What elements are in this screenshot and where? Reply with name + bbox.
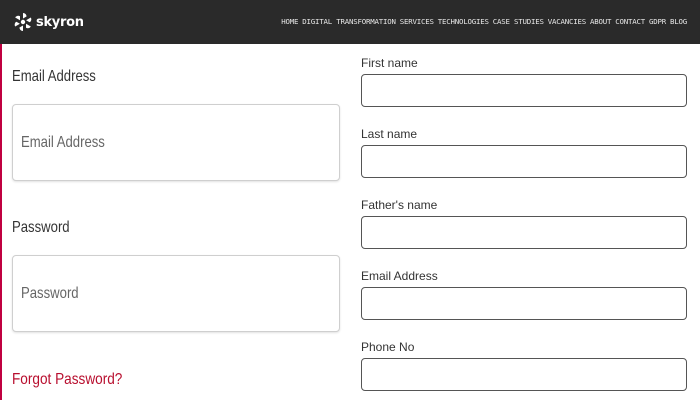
- phone-label: Phone No: [361, 340, 415, 354]
- login-password-input[interactable]: Password: [12, 255, 340, 332]
- main-nav: HOME DIGITAL TRANSFORMATION SERVICES TEC…: [281, 17, 687, 26]
- register-email-label: Email Address: [361, 269, 438, 283]
- login-password-label: Password: [12, 219, 70, 236]
- phone-input[interactable]: [361, 358, 687, 391]
- brand-logo[interactable]: skyron: [12, 11, 84, 33]
- page-edge-accent: [0, 44, 2, 400]
- fathers-name-input[interactable]: [361, 216, 687, 249]
- nav-item-about[interactable]: ABOUT: [590, 17, 611, 26]
- top-navigation-bar: skyron HOME DIGITAL TRANSFORMATION SERVI…: [0, 0, 700, 44]
- forgot-password-link[interactable]: Forgot Password?: [12, 371, 122, 389]
- login-email-placeholder: Email Address: [21, 133, 105, 151]
- nav-item-blog[interactable]: BLOG: [670, 17, 687, 26]
- nav-item-contact[interactable]: CONTACT: [615, 17, 645, 26]
- nav-item-technologies[interactable]: TECHNOLOGIES: [438, 17, 489, 26]
- first-name-input[interactable]: [361, 74, 687, 107]
- first-name-label: First name: [361, 56, 418, 70]
- brand-name: skyron: [36, 14, 84, 30]
- register-email-input[interactable]: [361, 287, 687, 320]
- nav-item-services[interactable]: SERVICES: [400, 17, 434, 26]
- nav-item-home[interactable]: HOME: [281, 17, 298, 26]
- nav-item-gdpr[interactable]: GDPR: [649, 17, 666, 26]
- login-password-placeholder: Password: [21, 284, 79, 302]
- fathers-name-label: Father's name: [361, 198, 438, 212]
- last-name-input[interactable]: [361, 145, 687, 178]
- last-name-label: Last name: [361, 127, 418, 141]
- nav-item-vacancies[interactable]: VACANCIES: [548, 17, 586, 26]
- login-email-label: Email Address: [12, 68, 96, 85]
- nav-item-case-studies[interactable]: CASE STUDIES: [493, 17, 544, 26]
- nav-item-digital-transformation[interactable]: DIGITAL TRANSFORMATION: [302, 17, 396, 26]
- skyron-logo-icon: [14, 13, 32, 31]
- login-email-input[interactable]: Email Address: [12, 104, 340, 181]
